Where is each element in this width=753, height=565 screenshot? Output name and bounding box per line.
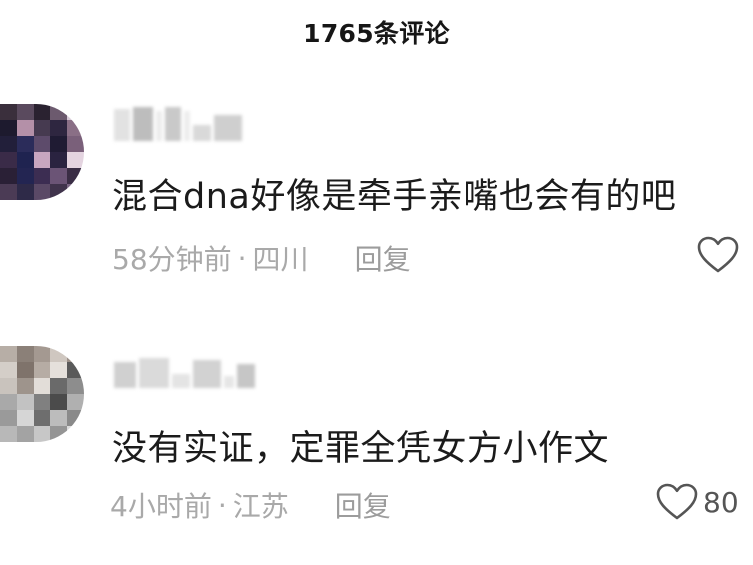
comment-time: 4小时前 [110,490,212,523]
meta-separator: · [237,241,247,275]
avatar[interactable] [0,104,84,200]
like-button[interactable]: 80 [655,482,739,522]
heart-outline-icon [656,483,698,520]
comment-meta: 58分钟前 · 四川 回复 [112,238,411,278]
avatar[interactable] [0,346,84,442]
meta-separator: · [217,488,227,522]
comment-meta: 4小时前 · 江苏 回复 [110,485,391,525]
reply-button[interactable]: 回复 [355,238,411,278]
username-blurred[interactable] [114,105,242,141]
like-count: 80 [703,485,739,519]
comment-location: 四川 [252,243,309,276]
heart-outline-icon [697,236,739,273]
comment-text: 混合dna好像是牵手亲嘴也会有的吧 [112,177,677,217]
username-blurred[interactable] [114,352,255,388]
like-button[interactable] [696,235,744,275]
reply-button[interactable]: 回复 [335,485,391,525]
comment-count-title: 1765条评论 [303,19,450,48]
comment-time: 58分钟前 [112,243,232,276]
comment-text: 没有实证，定罪全凭女方小作文 [112,429,610,469]
comment-location: 江苏 [232,490,289,523]
